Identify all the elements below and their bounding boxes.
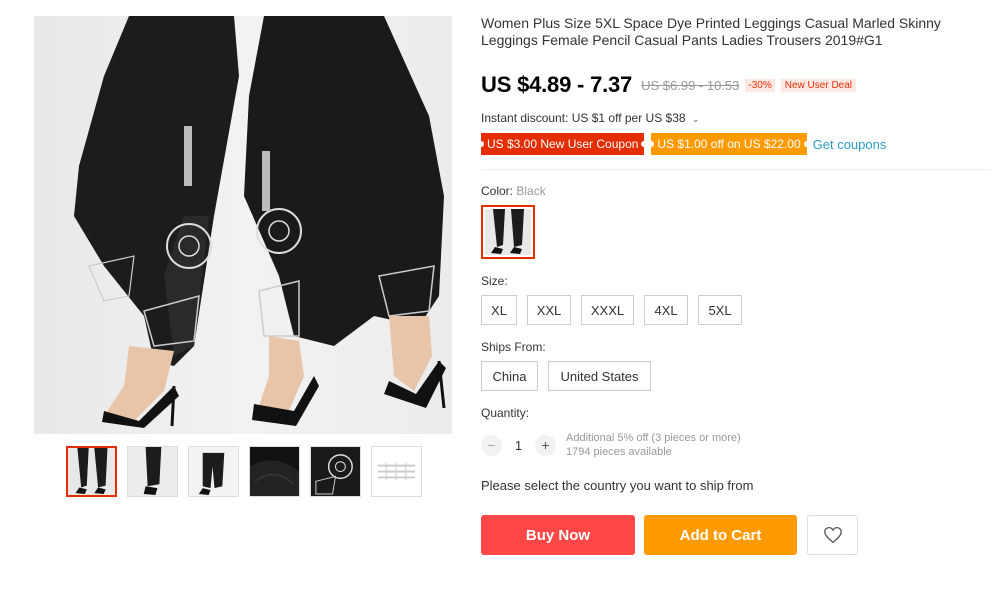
product-title: Women Plus Size 5XL Space Dye Printed Le… — [481, 15, 941, 48]
thumbnail-1[interactable] — [66, 446, 117, 497]
main-product-image[interactable] — [34, 16, 452, 434]
bulk-discount-note: Additional 5% off (3 pieces or more) — [566, 432, 741, 444]
buy-now-button[interactable]: Buy Now — [481, 515, 635, 555]
color-value: Black — [516, 184, 546, 198]
quantity-info: Additional 5% off (3 pieces or more) 179… — [566, 431, 741, 459]
thumbnail-2[interactable] — [127, 446, 178, 497]
store-coupon[interactable]: US $1.00 off on US $22.00 — [648, 133, 810, 155]
new-user-coupon[interactable]: US $3.00 New User Coupon — [477, 133, 648, 155]
thumbnail-strip — [66, 446, 422, 497]
size-label: Size: — [481, 274, 508, 288]
divider — [481, 169, 991, 170]
ships-from-options: China United States — [481, 361, 651, 391]
quantity-label: Quantity: — [481, 406, 530, 420]
ship-option-united-states[interactable]: United States — [548, 361, 651, 391]
discount-badge: -30% — [745, 78, 775, 92]
size-option-5xl[interactable]: 5XL — [698, 295, 742, 325]
coupon-row: US $3.00 New User Coupon US $1.00 off on… — [477, 133, 887, 155]
new-user-deal-badge: New User Deal — [780, 78, 857, 92]
instant-discount-text: Instant discount: US $1 off per US $38 — [481, 111, 686, 125]
thumbnail-5[interactable] — [310, 446, 361, 497]
add-to-cart-button[interactable]: Add to Cart — [644, 515, 797, 555]
get-coupons-link[interactable]: Get coupons — [813, 137, 887, 152]
product-price: US $4.89 - 7.37 — [481, 72, 633, 97]
size-option-4xl[interactable]: 4XL — [644, 295, 688, 325]
size-option-xxl[interactable]: XXL — [527, 295, 571, 325]
color-label: Color: Black — [481, 184, 546, 198]
wishlist-button[interactable] — [807, 515, 858, 555]
instant-discount[interactable]: Instant discount: US $1 off per US $38 ⌄ — [481, 111, 699, 125]
ships-from-label: Ships From: — [481, 340, 546, 354]
increase-quantity-button[interactable]: + — [535, 434, 556, 456]
heart-icon — [823, 526, 842, 544]
price-row: US $4.89 - 7.37 US $6.99 - 10.53 -30% Ne… — [481, 72, 857, 98]
stock-available: 1794 pieces available — [566, 446, 672, 458]
decrease-quantity-button[interactable]: − — [481, 434, 502, 456]
original-price: US $6.99 - 10.53 — [641, 77, 740, 93]
color-swatch-black[interactable] — [481, 205, 535, 259]
thumbnail-4[interactable] — [249, 446, 300, 497]
size-option-xxxl[interactable]: XXXL — [581, 295, 634, 325]
thumbnail-6[interactable] — [371, 446, 422, 497]
quantity-stepper: − 1 + Additional 5% off (3 pieces or mor… — [481, 431, 741, 459]
quantity-input[interactable]: 1 — [502, 438, 535, 453]
ship-country-message: Please select the country you want to sh… — [481, 478, 754, 493]
chevron-down-icon: ⌄ — [691, 114, 700, 124]
size-option-xl[interactable]: XL — [481, 295, 517, 325]
size-options: XL XXL XXXL 4XL 5XL — [481, 295, 742, 325]
thumbnail-3[interactable] — [188, 446, 239, 497]
ship-option-china[interactable]: China — [481, 361, 538, 391]
leggings-photo — [74, 16, 446, 428]
